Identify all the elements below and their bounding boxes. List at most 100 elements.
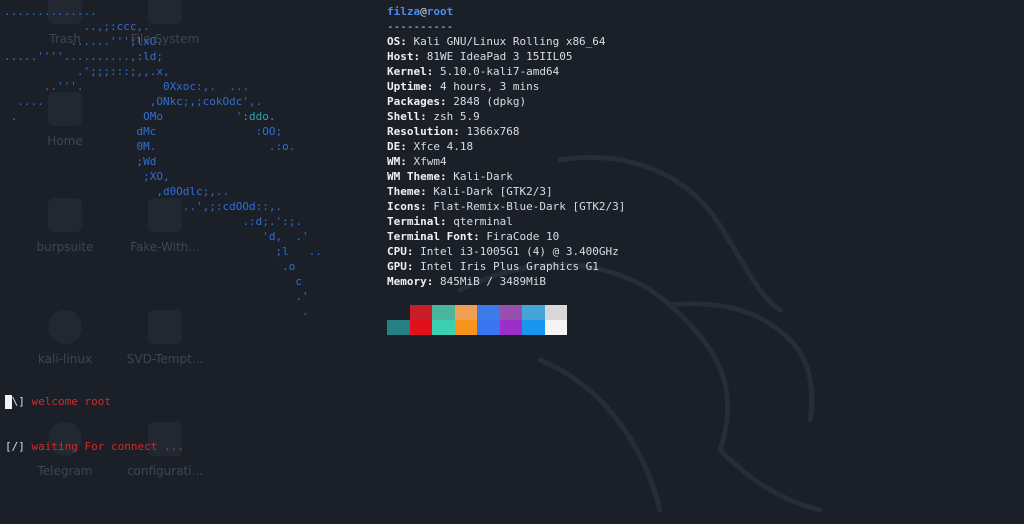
ascii-line: dMc :OO;: [4, 125, 283, 138]
ascii-line: 'd, .': [4, 230, 309, 243]
system-info: filza@root ---------- OS: Kali GNU/Linux…: [387, 4, 625, 289]
info-key: Host:: [387, 50, 421, 63]
color-swatch: [409, 320, 432, 335]
color-swatch: [387, 320, 410, 335]
info-key: WM Theme:: [387, 170, 447, 183]
info-value: zsh 5.9: [426, 110, 480, 123]
info-value: FiraCode 10: [479, 230, 560, 243]
color-swatch: [477, 320, 500, 335]
color-swatch: [454, 320, 477, 335]
ascii-logo: .............. ..,;:ccc,. ......''';lxO.…: [4, 4, 322, 319]
info-key: Terminal Font:: [387, 230, 480, 243]
message-text: welcome root: [24, 395, 111, 408]
info-key: Resolution:: [387, 125, 460, 138]
ascii-line: ..............: [4, 5, 97, 18]
info-row: Packages: 2848 (dpkg): [387, 94, 625, 109]
info-row: DE: Xfce 4.18: [387, 139, 625, 154]
info-key: Packages:: [387, 95, 447, 108]
info-key: Icons:: [387, 200, 427, 213]
info-row: Shell: zsh 5.9: [387, 109, 625, 124]
info-key: CPU:: [387, 245, 414, 258]
username: filza: [387, 5, 421, 18]
ascii-line: .... ,ONkc;,;cokOdc',.: [4, 95, 263, 108]
color-swatch: [409, 305, 432, 320]
info-row: Terminal Font: FiraCode 10: [387, 229, 625, 244]
info-key: Kernel:: [387, 65, 434, 78]
ascii-line: ;Wd: [4, 155, 157, 168]
info-key: Uptime:: [387, 80, 434, 93]
info-key: DE:: [387, 140, 407, 153]
info-row: Uptime: 4 hours, 3 mins: [387, 79, 625, 94]
ascii-line: . OMo ':ddo.: [4, 110, 276, 123]
ascii-line: ......''';lxO.: [4, 35, 163, 48]
info-row: Memory: 845MiB / 3489MiB: [387, 274, 625, 289]
info-row: Icons: Flat-Remix-Blue-Dark [GTK2/3]: [387, 199, 625, 214]
info-value: 5.10.0-kali7-amd64: [433, 65, 560, 78]
info-key: Memory:: [387, 275, 434, 288]
info-value: 81WE IdeaPad 3 15IIL05: [420, 50, 573, 63]
message-line: [\] welcome root: [5, 395, 111, 408]
info-value: Flat-Remix-Blue-Dark [GTK2/3]: [426, 200, 626, 213]
ascii-line: c: [4, 275, 303, 288]
user-host-title: filza@root: [387, 4, 625, 19]
palette-row-normal: [387, 305, 567, 320]
at-sign: @: [420, 5, 427, 18]
info-row: WM: Xfwm4: [387, 154, 625, 169]
color-swatch: [522, 305, 545, 320]
color-swatch: [432, 320, 455, 335]
color-swatch: [432, 305, 455, 320]
info-key: OS:: [387, 35, 407, 48]
ascii-line: ..'''. 0Xxoc:,. ...: [4, 80, 250, 93]
info-value: Xfce 4.18: [406, 140, 474, 153]
info-value: Intel Iris Plus Graphics G1: [413, 260, 599, 273]
ascii-line: ;l ..: [4, 245, 322, 258]
color-swatch: [387, 305, 410, 320]
info-value: Intel i3-1005G1 (4) @ 3.400GHz: [413, 245, 619, 258]
hostname: root: [426, 5, 454, 18]
palette-row-bright: [387, 320, 567, 335]
ascii-line: .';;;:::;,,.x,: [4, 65, 170, 78]
info-row: WM Theme: Kali-Dark: [387, 169, 625, 184]
info-row: Theme: Kali-Dark [GTK2/3]: [387, 184, 625, 199]
info-value: 2848 (dpkg): [446, 95, 527, 108]
color-palette: [387, 305, 567, 335]
info-value: 845MiB / 3489MiB: [433, 275, 546, 288]
info-value: Xfwm4: [406, 155, 447, 168]
ascii-line: .o: [4, 260, 296, 273]
info-row: OS: Kali GNU/Linux Rolling x86_64: [387, 34, 625, 49]
status-messages: [\] welcome root [/] waiting For connect…: [5, 364, 184, 469]
info-value: Kali-Dark: [446, 170, 513, 183]
info-value: 4 hours, 3 mins: [433, 80, 540, 93]
ascii-line: 0M. .:o.: [4, 140, 296, 153]
info-list: OS: Kali GNU/Linux Rolling x86_64 Host: 8…: [387, 34, 625, 289]
ascii-line: ,d0Odlc;,..: [4, 185, 230, 198]
color-swatch: [499, 320, 522, 335]
ascii-line: ..',;:cdOOd::,.: [4, 200, 283, 213]
ascii-line: ;XO,: [4, 170, 170, 183]
terminal-cursor[interactable]: [5, 395, 12, 409]
info-row: CPU: Intel i3-1005G1 (4) @ 3.400GHz: [387, 244, 625, 259]
message-line: [/] waiting For connect ...: [5, 440, 184, 453]
info-key: GPU:: [387, 260, 414, 273]
info-row: Resolution: 1366x768: [387, 124, 625, 139]
info-value: Kali GNU/Linux Rolling x86_64: [406, 35, 606, 48]
ascii-line: .....''''..........,:ld;: [4, 50, 163, 63]
ascii-line: .:d;.':;.: [4, 215, 303, 228]
ascii-line: .': [4, 290, 309, 303]
info-row: GPU: Intel Iris Plus Graphics G1: [387, 259, 625, 274]
info-key: Shell:: [387, 110, 427, 123]
color-swatch: [522, 320, 545, 335]
message-text: waiting For connect ...: [24, 440, 184, 453]
info-value: qterminal: [446, 215, 513, 228]
info-value: 1366x768: [459, 125, 520, 138]
title-separator: ----------: [387, 20, 454, 33]
info-row: Terminal: qterminal: [387, 214, 625, 229]
info-key: WM:: [387, 155, 407, 168]
color-swatch: [499, 305, 522, 320]
ascii-line: ..,;:ccc,.: [4, 20, 150, 33]
info-key: Theme:: [387, 185, 427, 198]
color-swatch: [544, 320, 567, 335]
info-row: Kernel: 5.10.0-kali7-amd64: [387, 64, 625, 79]
color-swatch: [454, 305, 477, 320]
color-swatch: [544, 305, 567, 320]
